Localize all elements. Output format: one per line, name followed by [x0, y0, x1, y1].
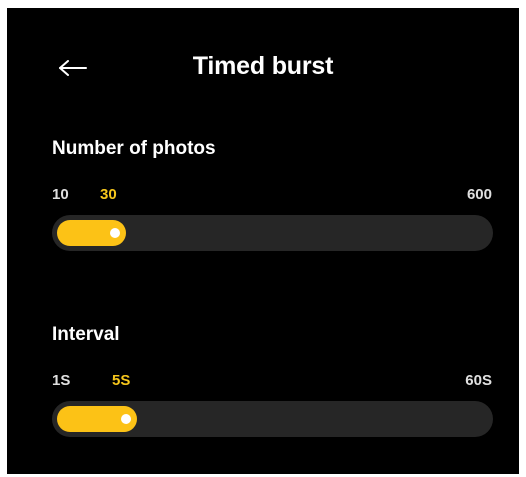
interval-slider[interactable] — [52, 401, 493, 437]
interval-current-value: 5S — [112, 372, 131, 389]
photos-max-value: 600 — [466, 186, 492, 203]
photos-section-title: Number of photos — [52, 138, 216, 159]
interval-min-value: 1S — [52, 372, 71, 389]
photos-slider[interactable] — [52, 215, 493, 251]
photos-min-value: 10 — [52, 186, 69, 203]
timed-burst-screen: Timed burst Number of photos 10 30 600 I… — [7, 8, 519, 474]
photos-slider-thumb[interactable] — [110, 228, 120, 238]
interval-section-title: Interval — [52, 324, 120, 345]
photos-current-value: 30 — [100, 186, 117, 203]
interval-max-value: 60S — [465, 372, 492, 389]
page-title: Timed burst — [192, 52, 334, 80]
interval-slider-thumb[interactable] — [121, 414, 131, 424]
